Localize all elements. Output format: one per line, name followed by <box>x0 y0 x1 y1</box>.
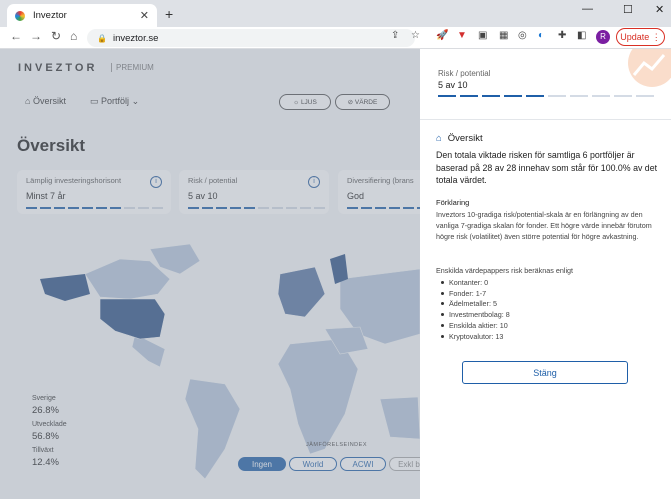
close-window-icon[interactable]: ✕ <box>655 3 664 16</box>
section-heading: ⌂ Översikt <box>436 133 483 144</box>
list-item: Enskilda aktier: 10 <box>436 320 510 331</box>
explain-text: Inveztors 10-gradiga risk/potential-skal… <box>436 210 652 241</box>
minimize-icon[interactable]: — <box>582 3 593 15</box>
drawer-header: Risk / potential 5 av 10 <box>420 49 671 120</box>
risk-list: Kontanter: 0 Fonder: 1-7 Ädelmetaller: 5… <box>436 277 510 342</box>
sidebar-icon[interactable]: ◧ <box>577 30 586 41</box>
puzzle-icon[interactable]: ✚ <box>558 30 566 41</box>
site-favicon-icon <box>15 10 25 21</box>
summary-text: Den totala viktade risken för samtliga 6… <box>436 150 658 185</box>
list-item: Investmentbolag: 8 <box>436 309 510 320</box>
profile-avatar[interactable]: R <box>596 30 610 44</box>
level-segment <box>592 95 610 97</box>
modal-backdrop[interactable] <box>0 49 420 499</box>
explain-title: Förklaring <box>436 198 470 207</box>
level-segment <box>526 95 544 97</box>
address-bar[interactable]: 🔒 inveztor.se <box>87 29 415 47</box>
lock-icon: 🔒 <box>97 33 107 43</box>
list-item: Kryptovalutor: 13 <box>436 331 510 342</box>
extension-icon[interactable]: ▦ <box>499 30 508 41</box>
list-item: Fonder: 1-7 <box>436 288 510 299</box>
extension-icon[interactable]: ▣ <box>478 30 487 41</box>
level-segment <box>482 95 500 97</box>
pocket-extension-icon[interactable]: ▼ <box>457 30 467 41</box>
new-tab-icon[interactable]: + <box>165 6 173 22</box>
level-segment <box>438 95 456 97</box>
metric-value: 5 av 10 <box>438 80 468 90</box>
forward-icon[interactable]: → <box>30 29 42 43</box>
level-segment <box>636 95 654 97</box>
reload-icon[interactable]: ↻ <box>51 29 61 43</box>
list-title: Enskilda värdepappers risk beräknas enli… <box>436 266 574 275</box>
list-item: Kontanter: 0 <box>436 277 510 288</box>
level-segment <box>504 95 522 97</box>
list-item: Ädelmetaller: 5 <box>436 299 510 310</box>
share-icon[interactable]: ⇪ <box>391 30 399 41</box>
level-segment <box>570 95 588 97</box>
level-segment <box>548 95 566 97</box>
close-button[interactable]: Stäng <box>462 361 628 384</box>
house-icon: ⌂ <box>436 133 442 144</box>
level-segment <box>460 95 478 97</box>
metric-title: Risk / potential <box>438 69 491 78</box>
rocket-extension-icon[interactable]: 🚀 <box>436 30 448 41</box>
maximize-icon[interactable]: ☐ <box>623 3 633 16</box>
bookmark-star-icon[interactable]: ☆ <box>411 30 420 41</box>
section-title: Översikt <box>447 133 483 144</box>
tab-title: Inveztor <box>33 10 67 21</box>
back-icon[interactable]: ← <box>10 29 22 43</box>
browser-tab[interactable]: Inveztor ✕ <box>7 4 157 27</box>
extension-icon[interactable]: ◐ <box>538 30 544 41</box>
decorative-graph-icon <box>628 49 671 87</box>
info-drawer: Risk / potential 5 av 10 ⌂ Översikt Den … <box>420 49 671 499</box>
url-text: inveztor.se <box>112 32 159 44</box>
update-button[interactable]: Update ⋮ <box>616 28 665 46</box>
update-label: Update <box>620 32 650 42</box>
metric-level-bar <box>438 95 654 97</box>
level-segment <box>614 95 632 97</box>
close-tab-icon[interactable]: ✕ <box>140 9 149 22</box>
extension-icon[interactable]: ◎ <box>518 30 527 41</box>
home-icon[interactable]: ⌂ <box>70 29 77 43</box>
